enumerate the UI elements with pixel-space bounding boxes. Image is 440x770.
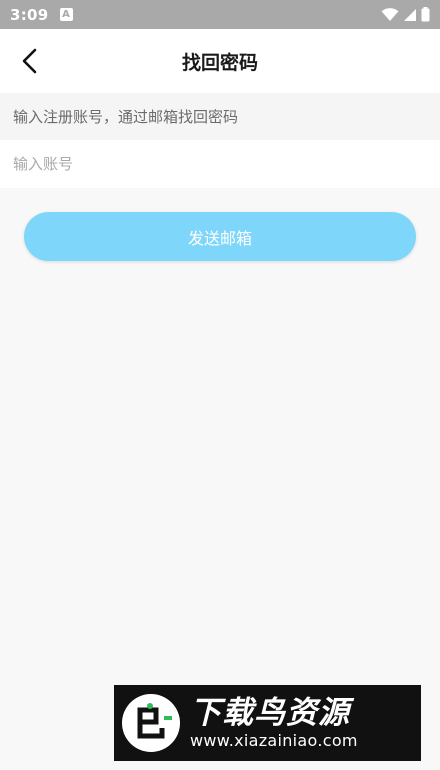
watermark-url: www.xiazainiao.com xyxy=(190,731,358,750)
watermark-text: 下载鸟资源 www.xiazainiao.com xyxy=(190,695,358,751)
instruction-text: 输入注册账号，通过邮箱找回密码 xyxy=(0,93,440,140)
status-icons xyxy=(381,7,430,22)
page-title: 找回密码 xyxy=(181,51,258,74)
battery-icon xyxy=(421,7,430,22)
screen: 3:09 A 找回密码 输入注册账号，通过邮箱找回密码 发送邮箱 xyxy=(0,0,440,770)
watermark-title: 下载鸟资源 xyxy=(190,695,350,731)
status-bar: 3:09 A xyxy=(0,0,440,29)
chevron-left-icon xyxy=(22,48,37,74)
signal-icon xyxy=(404,8,416,21)
status-time: 3:09 xyxy=(10,5,49,24)
watermark-logo-icon xyxy=(122,694,180,752)
notification-a-icon: A xyxy=(59,8,73,21)
account-field-row xyxy=(0,140,440,188)
back-button[interactable] xyxy=(10,41,50,81)
wifi-icon xyxy=(381,7,399,21)
account-input[interactable] xyxy=(0,140,440,188)
watermark-banner: 下载鸟资源 www.xiazainiao.com xyxy=(114,685,421,761)
send-email-button[interactable]: 发送邮箱 xyxy=(24,212,416,261)
header: 找回密码 xyxy=(0,29,440,93)
